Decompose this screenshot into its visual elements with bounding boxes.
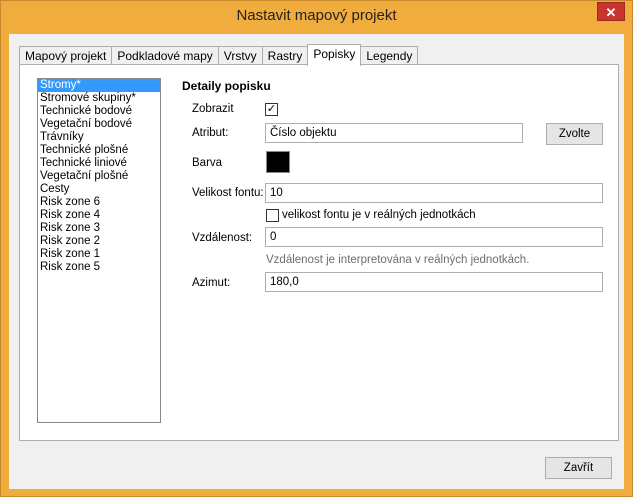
layer-list-item[interactable]: Stromové skupiny*: [38, 92, 160, 105]
layer-list-item[interactable]: Trávníky: [38, 131, 160, 144]
azimuth-field[interactable]: 180,0: [265, 272, 603, 292]
layer-listbox[interactable]: Stromy* Stromové skupiny* Technické bodo…: [37, 78, 161, 423]
layer-list-item[interactable]: Risk zone 1: [38, 248, 160, 261]
tab-legendy[interactable]: Legendy: [360, 46, 419, 65]
show-label: Zobrazit: [192, 103, 234, 115]
real-units-checkbox[interactable]: [266, 209, 279, 222]
distance-field[interactable]: 0: [265, 227, 603, 247]
tab-bar: Mapový projekt Podkladové mapy Vrstvy Ra…: [19, 44, 419, 66]
close-button[interactable]: Zavřít: [545, 457, 612, 479]
tab-mapovy-projekt[interactable]: Mapový projekt: [19, 46, 113, 65]
layer-list-item[interactable]: Stromy*: [38, 79, 160, 92]
tab-podkladove-mapy[interactable]: Podkladové mapy: [111, 46, 219, 65]
tab-popisky[interactable]: Popisky: [307, 44, 362, 66]
attribute-label: Atribut:: [192, 127, 229, 139]
layer-list-item[interactable]: Risk zone 3: [38, 222, 160, 235]
window-title: Nastavit mapový projekt: [236, 7, 397, 24]
layer-list-item[interactable]: Technické bodové: [38, 105, 160, 118]
tab-vrstvy[interactable]: Vrstvy: [217, 46, 263, 65]
layer-list-item[interactable]: Risk zone 2: [38, 235, 160, 248]
close-window-button[interactable]: ✕: [597, 2, 625, 21]
color-swatch-button[interactable]: [266, 151, 290, 173]
font-size-field[interactable]: 10: [265, 183, 603, 203]
layer-list-item[interactable]: Vegetační plošné: [38, 170, 160, 183]
color-label: Barva: [192, 157, 223, 169]
layer-list-item[interactable]: Risk zone 6: [38, 196, 160, 209]
label-details-heading: Detaily popisku: [182, 79, 271, 93]
attribute-field[interactable]: Číslo objektu: [265, 123, 523, 143]
layer-list-item[interactable]: Technické plošné: [38, 144, 160, 157]
show-checkbox[interactable]: ✓: [265, 103, 278, 116]
font-size-label: Velikost fontu:: [192, 187, 264, 199]
tab-rastry[interactable]: Rastry: [261, 46, 309, 65]
azimuth-label: Azimut:: [192, 277, 231, 289]
dialog-client-area: Mapový projekt Podkladové mapy Vrstvy Ra…: [9, 34, 624, 489]
layer-list-item[interactable]: Cesty: [38, 183, 160, 196]
layer-list-item[interactable]: Risk zone 4: [38, 209, 160, 222]
dialog-window: Nastavit mapový projekt ✕ Mapový projekt…: [0, 0, 633, 497]
popisky-tab-panel: Stromy* Stromové skupiny* Technické bodo…: [19, 64, 619, 441]
layer-list-item[interactable]: Risk zone 5: [38, 261, 160, 274]
choose-attribute-button[interactable]: Zvolte: [546, 123, 603, 145]
layer-list-item[interactable]: Technické liniové: [38, 157, 160, 170]
layer-list-item[interactable]: Vegetační bodové: [38, 118, 160, 131]
title-bar[interactable]: Nastavit mapový projekt ✕: [1, 1, 632, 34]
distance-label: Vzdálenost:: [192, 232, 253, 244]
real-units-label: velikost fontu je v reálných jednotkách: [282, 209, 476, 221]
distance-hint: Vzdálenost je interpretována v reálných …: [266, 254, 530, 266]
